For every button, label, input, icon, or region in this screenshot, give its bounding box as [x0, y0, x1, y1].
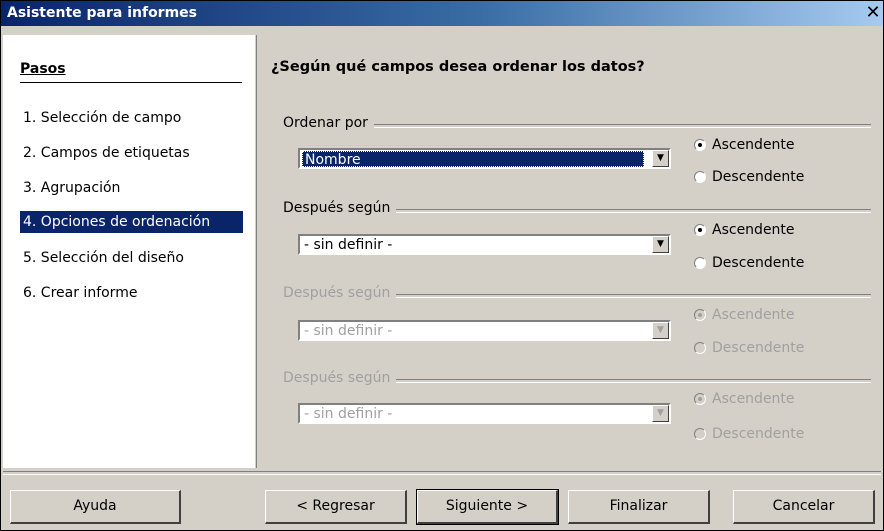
radio-selected-icon [694, 139, 706, 151]
descending-label: Descendente [712, 426, 805, 442]
step-field-selection[interactable]: 1. Selección de campo [20, 107, 243, 129]
window-title: Asistente para informes [7, 5, 198, 21]
step-sort-options[interactable]: 4. Opciones de ordenación [20, 211, 243, 233]
radio-unselected-icon [694, 342, 706, 354]
page-heading: ¿Según qué campos desea ordenar los dato… [271, 59, 645, 75]
report-wizard-window: Asistente para informes ✕ Pasos 1. Selec… [0, 0, 884, 531]
radio-selected-icon [694, 393, 706, 405]
radio-unselected-icon [694, 171, 706, 183]
title-bar: Asistente para informes ✕ [1, 1, 883, 26]
ascending-label: Ascendente [712, 222, 795, 238]
steps-title: Pasos [20, 61, 66, 77]
step-create-report[interactable]: 6. Crear informe [20, 282, 243, 304]
then-by-3-value: - sin definir - [304, 406, 393, 422]
then-by-1-select[interactable]: - sin definir - ▼ [298, 234, 671, 255]
then-by-1-value: - sin definir - [304, 237, 393, 253]
cancel-button[interactable]: Cancelar [733, 490, 875, 524]
sort-by-label: Ordenar por [283, 115, 374, 131]
then-by-2-label: Después según [283, 285, 397, 301]
radio-selected-icon [694, 309, 706, 321]
step-grouping[interactable]: 3. Agrupación [20, 177, 243, 199]
footer-divider [3, 471, 881, 475]
ascending-label: Ascendente [712, 391, 795, 407]
steps-divider [20, 82, 242, 83]
step-label-fields[interactable]: 2. Campos de etiquetas [20, 142, 243, 164]
close-icon[interactable]: ✕ [863, 3, 883, 23]
then-by-1-label: Después según [283, 200, 397, 216]
radio-selected-icon [694, 224, 706, 236]
then-by-3-select[interactable]: - sin definir - ▼ [298, 403, 671, 424]
radio-unselected-icon [694, 257, 706, 269]
panel-divider [256, 35, 257, 468]
finish-button[interactable]: Finalizar [568, 490, 710, 524]
ascending-label: Ascendente [712, 307, 795, 323]
step-layout-selection[interactable]: 5. Selección del diseño [20, 247, 243, 269]
sort-by-value: Nombre [302, 151, 644, 168]
help-button[interactable]: Ayuda [10, 490, 181, 524]
next-button[interactable]: Siguiente > [416, 489, 559, 525]
chevron-down-icon[interactable]: ▼ [652, 322, 669, 339]
back-button[interactable]: < Regresar [265, 490, 407, 524]
descending-label: Descendente [712, 169, 805, 185]
then-by-2-value: - sin definir - [304, 323, 393, 339]
descending-label: Descendente [712, 340, 805, 356]
ascending-label: Ascendente [712, 137, 795, 153]
chevron-down-icon[interactable]: ▼ [652, 405, 669, 422]
then-by-3-label: Después según [283, 370, 397, 386]
steps-panel: Pasos 1. Selección de campo 2. Campos de… [3, 35, 255, 468]
descending-label: Descendente [712, 255, 805, 271]
then-by-2-select[interactable]: - sin definir - ▼ [298, 320, 671, 341]
sort-by-select[interactable]: Nombre ▼ [298, 148, 671, 169]
radio-unselected-icon [694, 428, 706, 440]
chevron-down-icon[interactable]: ▼ [652, 150, 669, 167]
chevron-down-icon[interactable]: ▼ [652, 236, 669, 253]
